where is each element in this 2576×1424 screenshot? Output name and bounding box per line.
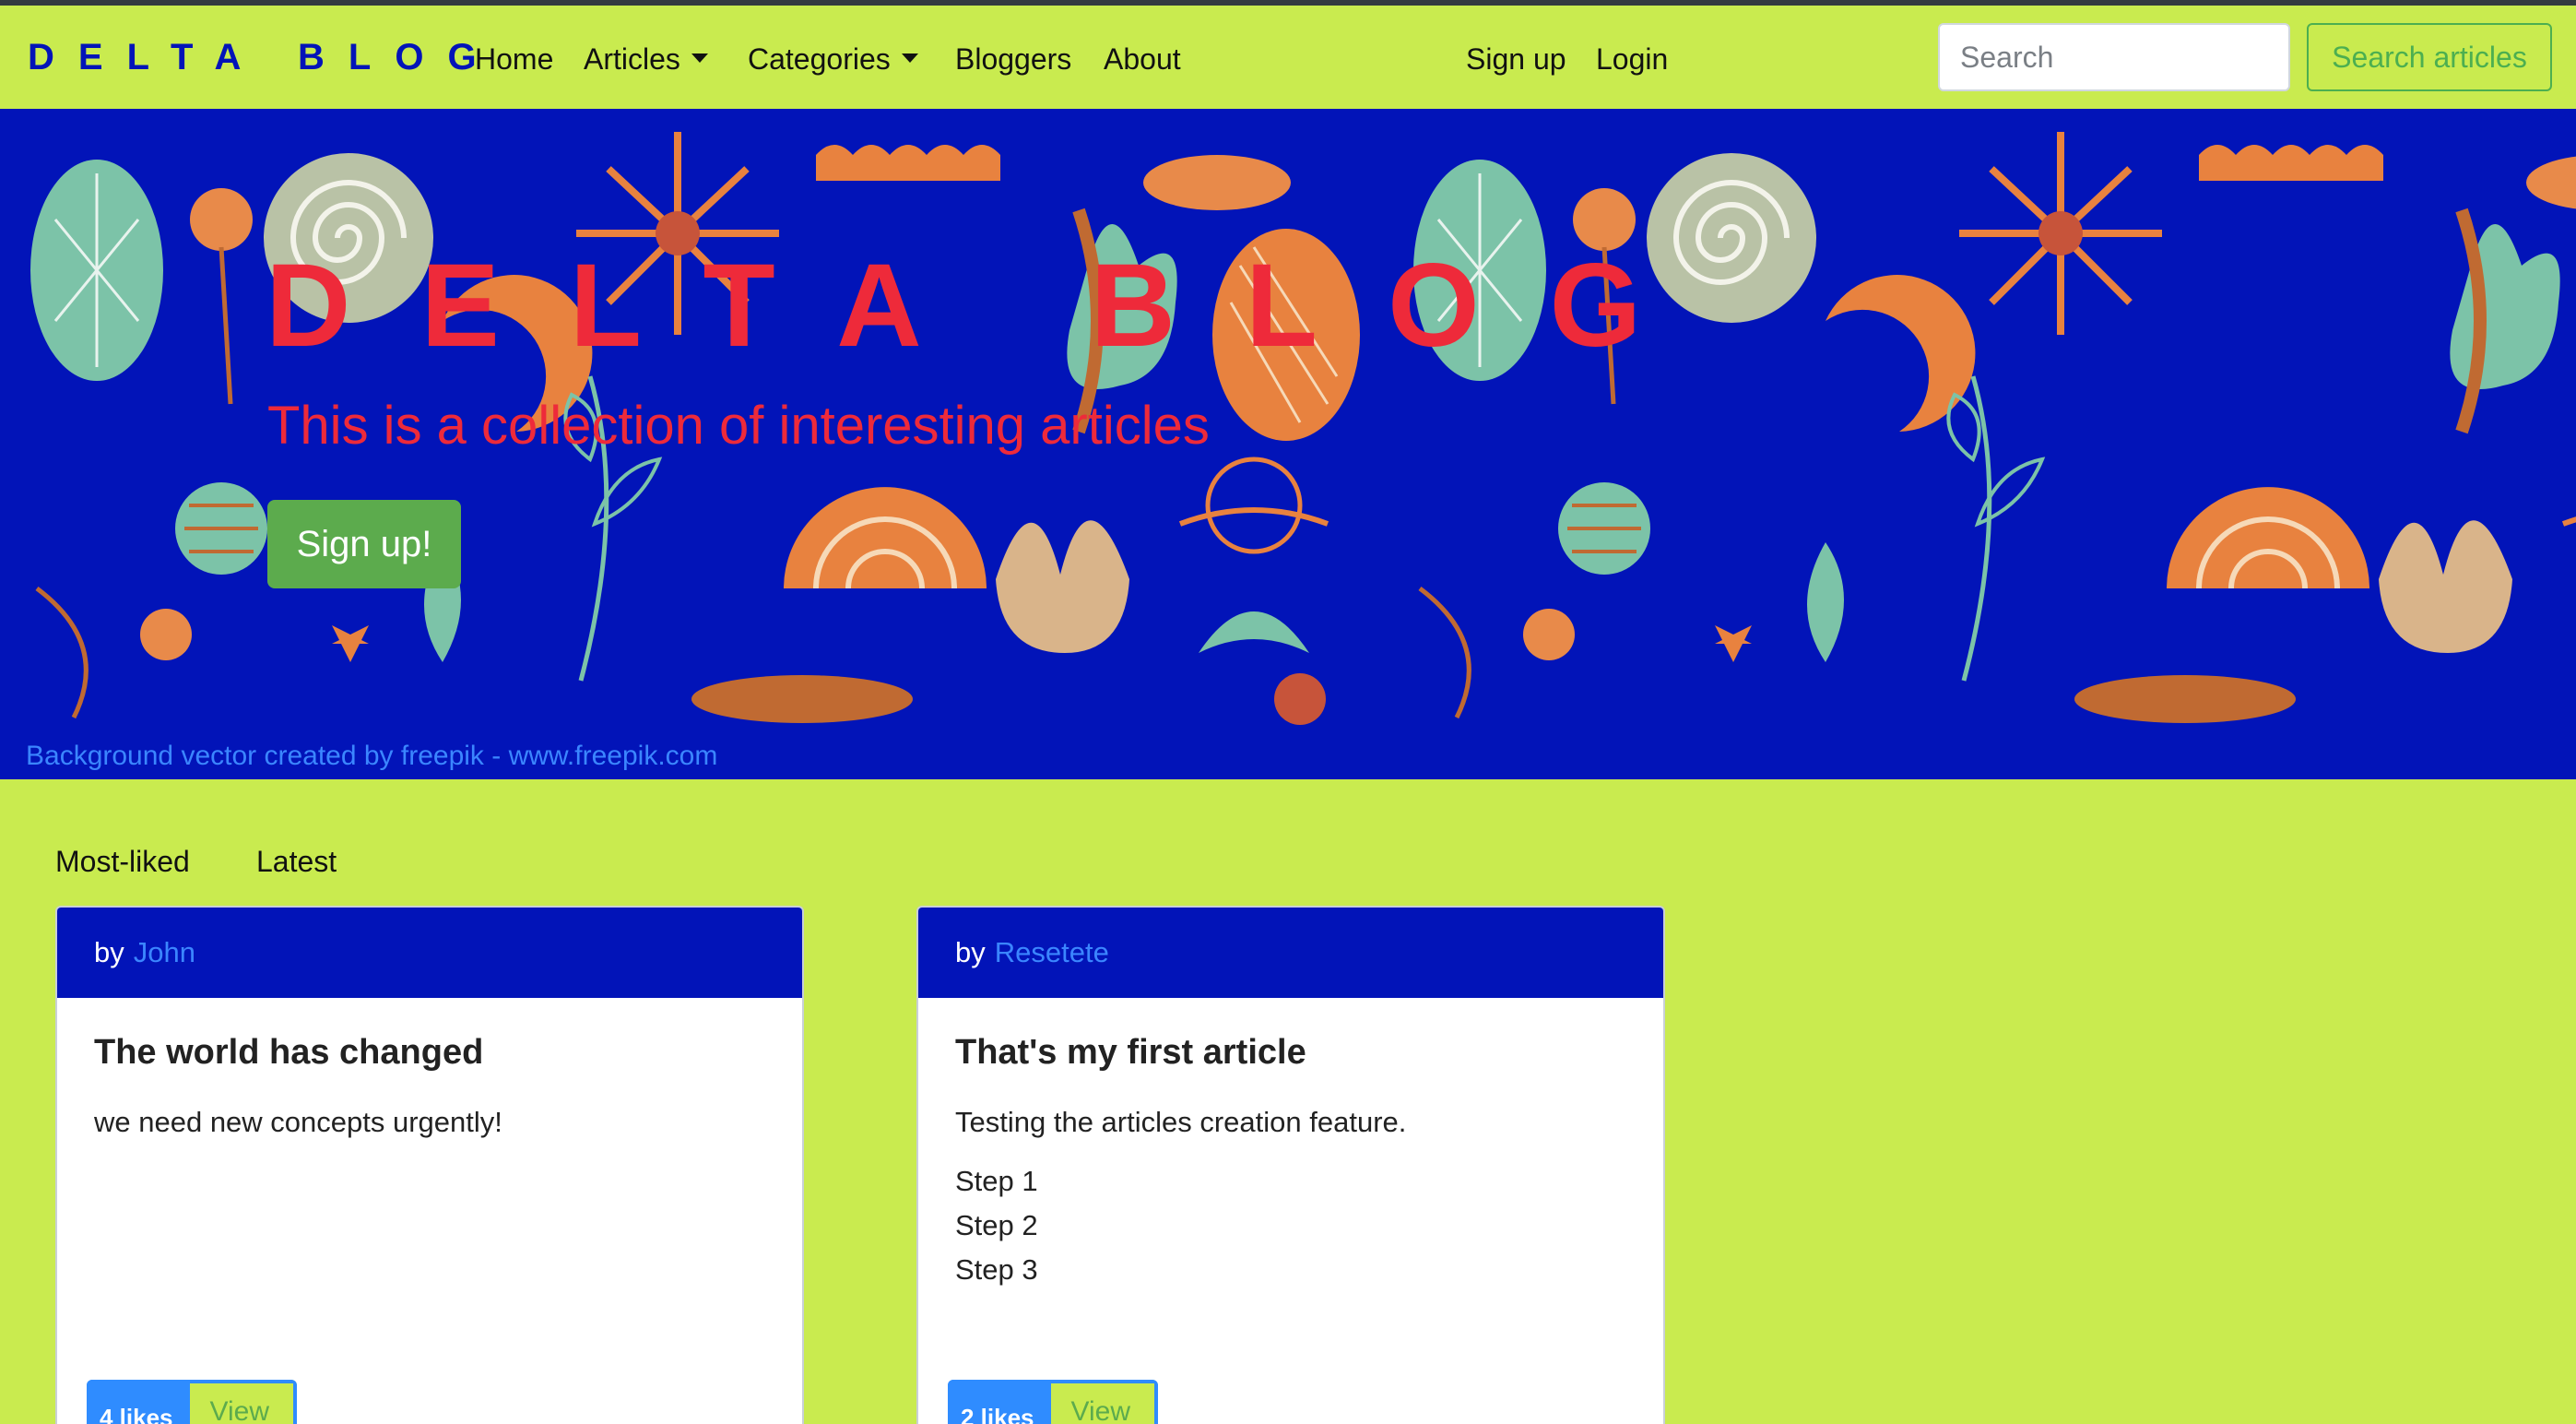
card-by-label: by: [94, 936, 124, 968]
search-articles-button[interactable]: Search articles: [2307, 23, 2552, 91]
card-title: The world has changed: [94, 1033, 484, 1072]
search-input[interactable]: [1938, 23, 2290, 91]
background-credit-link[interactable]: Background vector created by freepik - w…: [26, 741, 717, 772]
nav-about[interactable]: About: [1104, 42, 1181, 77]
article-card: by Resetete That's my first article Test…: [916, 906, 1665, 1424]
card-footer: 4 likes View: [87, 1380, 297, 1424]
chevron-down-icon: [691, 53, 708, 63]
nav-signup[interactable]: Sign up: [1466, 42, 1566, 77]
card-step: Step 1: [955, 1165, 1038, 1197]
nav-login[interactable]: Login: [1596, 42, 1668, 77]
navbar-brand[interactable]: DELTA BLOG: [28, 37, 501, 78]
card-step: Step 2: [955, 1209, 1038, 1241]
card-steps-list: Step 1 Step 2 Step 3: [955, 1159, 1626, 1292]
card-text: we need new concepts urgently!: [94, 1106, 502, 1138]
nav-categories-dropdown[interactable]: Categories: [748, 42, 918, 77]
tab-latest[interactable]: Latest: [256, 845, 337, 879]
nav-categories-label: Categories: [748, 42, 891, 76]
card-author-link[interactable]: Resetete: [995, 936, 1109, 969]
hero-jumbotron: DELTA BLOG This is a collection of inter…: [0, 109, 2576, 779]
nav-bloggers[interactable]: Bloggers: [955, 42, 1071, 77]
nav-home[interactable]: Home: [475, 42, 553, 77]
card-header: by John: [57, 908, 802, 998]
hero-title: DELTA BLOG: [266, 240, 1712, 372]
card-author-link[interactable]: John: [134, 936, 195, 969]
view-button[interactable]: View: [1046, 1380, 1158, 1424]
card-step: Step 3: [955, 1253, 1038, 1286]
navbar: DELTA BLOG Home Articles Categories Blog…: [0, 6, 2576, 109]
card-body: The world has changed we need new concep…: [57, 998, 802, 1145]
chevron-down-icon: [901, 53, 918, 63]
hero-subtitle: This is a collection of interesting arti…: [267, 396, 1210, 456]
tab-most-liked[interactable]: Most-liked: [55, 845, 190, 879]
likes-badge: 2 likes: [948, 1380, 1047, 1424]
likes-badge: 4 likes: [87, 1380, 186, 1424]
nav-articles-dropdown[interactable]: Articles: [584, 42, 708, 77]
card-footer: 2 likes View: [948, 1380, 1158, 1424]
card-header: by Resetete: [918, 908, 1663, 998]
view-button[interactable]: View: [185, 1380, 297, 1424]
card-title: That's my first article: [955, 1033, 1306, 1072]
hero-signup-button[interactable]: Sign up!: [267, 500, 461, 588]
card-text: Testing the articles creation feature.: [955, 1106, 1407, 1138]
card-body: That's my first article Testing the arti…: [918, 998, 1663, 1292]
article-card: by John The world has changed we need ne…: [55, 906, 804, 1424]
nav-articles-label: Articles: [584, 42, 680, 76]
card-by-label: by: [955, 936, 986, 968]
